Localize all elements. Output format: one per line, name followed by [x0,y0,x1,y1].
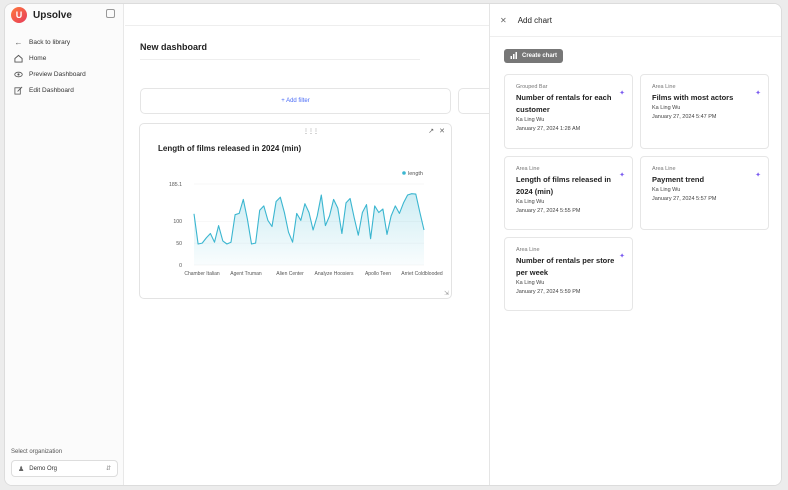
y-tick-label: 100 [173,219,182,225]
chart-tile[interactable]: Area Line Length of films released in 20… [504,156,633,230]
x-tick-label: Arriet Coldblooded [401,271,443,277]
app-window: U Upsolve ← Back to library Home Preview… [4,3,782,486]
sidebar-item-label: Edit Dashboard [29,86,74,94]
y-tick-label: 0 [179,263,182,269]
area-chart: 0 50 100 185.1 Chamber Italian Agent Truman Al… [169,171,443,277]
org-select-label: Select organization [11,449,63,455]
y-tick-label: 185.1 [169,182,182,188]
org-select[interactable]: ♟ Demo Org ⇵ [11,460,118,477]
x-tick-label: Alien Center [276,271,304,277]
add-chart-panel: ✕ Add chart Create chart Grouped Bar Num… [489,4,781,485]
chart-tile-date: January 27, 2024 1:28 AM [516,125,581,132]
chart-tile[interactable]: Area Line Number of rentals per store pe… [504,237,633,311]
chart-tile-date: January 27, 2024 5:57 PM [652,195,717,202]
x-tick-label: Apollo Teen [365,271,391,277]
chart-tile-author: Ka Ling Wu [516,117,545,123]
sidebar-item-edit-dashboard[interactable]: Edit Dashboard [14,82,86,98]
chart-tile-name: Number of rentals per store per week [516,256,615,277]
add-icon[interactable]: ✦ [619,252,625,260]
chart-tile-type: Area Line [516,166,540,172]
sidebar: U Upsolve ← Back to library Home Preview… [5,4,124,485]
sidebar-item-preview-dashboard[interactable]: Preview Dashboard [14,66,86,82]
chart-tile[interactable]: Grouped Bar Number of rentals for each c… [504,74,633,149]
edit-icon [14,86,23,95]
chart-tile-name: Length of films released in 2024 (min) [516,175,612,196]
x-tick-label: Agent Truman [230,271,262,277]
chart-tile-author: Ka Ling Wu [652,187,681,193]
chart-tile-name: Films with most actors [652,93,734,102]
panel-header: ✕ Add chart [490,4,781,37]
org-select-value: Demo Org [29,465,57,472]
legend-marker [402,171,406,175]
sidebar-item-back-to-library[interactable]: ← Back to library [14,34,86,50]
chart-tile-date: January 27, 2024 5:59 PM [516,288,581,295]
page-title[interactable]: New dashboard [140,42,207,52]
chart-tile-type: Area Line [516,247,540,253]
chart-tile-date: January 27, 2024 5:47 PM [652,113,717,120]
legend-label: length [408,171,423,177]
x-tick-label: Analyze Hoosiers [315,271,354,277]
arrow-left-icon: ← [14,37,23,47]
home-icon [14,54,23,63]
eye-icon [14,70,23,79]
chart-tile-type: Grouped Bar [516,84,548,90]
chart-tile-type: Area Line [652,166,676,172]
chart-tile-name: Number of rentals for each customer [516,93,612,114]
add-icon[interactable]: ✦ [619,171,625,179]
add-icon[interactable]: ✦ [619,89,625,97]
brand: U Upsolve [11,7,72,23]
add-icon[interactable]: ✦ [755,89,761,97]
add-filter-button[interactable]: + Add filter [140,88,451,114]
chart-tile[interactable]: Area Line Payment trend Ka Ling Wu Janua… [640,156,769,230]
bar-chart-icon [510,51,518,61]
add-icon[interactable]: ✦ [755,171,761,179]
create-chart-label: Create chart [522,53,558,59]
close-icon[interactable]: ✕ [500,16,507,25]
chart-tile-author: Ka Ling Wu [516,280,545,286]
chart-tile-name: Payment trend [652,175,705,184]
sidebar-item-label: Back to library [29,38,71,46]
sidebar-nav: ← Back to library Home Preview Dashboard [14,34,86,98]
x-tick-label: Chamber Italian [184,271,220,277]
chart-tile-date: January 27, 2024 5:55 PM [516,207,581,214]
panel-title: Add chart [517,15,552,25]
upsolve-logo: U [11,7,27,23]
chart-tile-author: Ka Ling Wu [516,199,545,205]
resize-handle-icon[interactable]: ⇲ [444,290,449,297]
chart-card[interactable]: ⋮⋮⋮ ↗ ✕ Length of films released in 2024… [139,123,452,299]
chart-tile-type: Area Line [652,84,676,90]
brand-name: Upsolve [33,9,72,21]
title-divider [140,59,420,60]
series-area [194,193,424,265]
create-chart-button[interactable]: Create chart [504,49,564,63]
sidebar-item-label: Preview Dashboard [29,70,86,78]
chart-tile[interactable]: Area Line Films with most actors Ka Ling… [640,74,769,149]
y-tick-label: 50 [176,241,182,247]
chevron-updown-icon: ⇵ [105,466,111,472]
users-icon: ♟ [18,465,25,473]
sidebar-item-label: Home [29,54,47,62]
sidebar-collapse-icon[interactable] [106,9,115,18]
chart-tile-author: Ka Ling Wu [652,105,681,111]
sidebar-item-home[interactable]: Home [14,50,86,66]
